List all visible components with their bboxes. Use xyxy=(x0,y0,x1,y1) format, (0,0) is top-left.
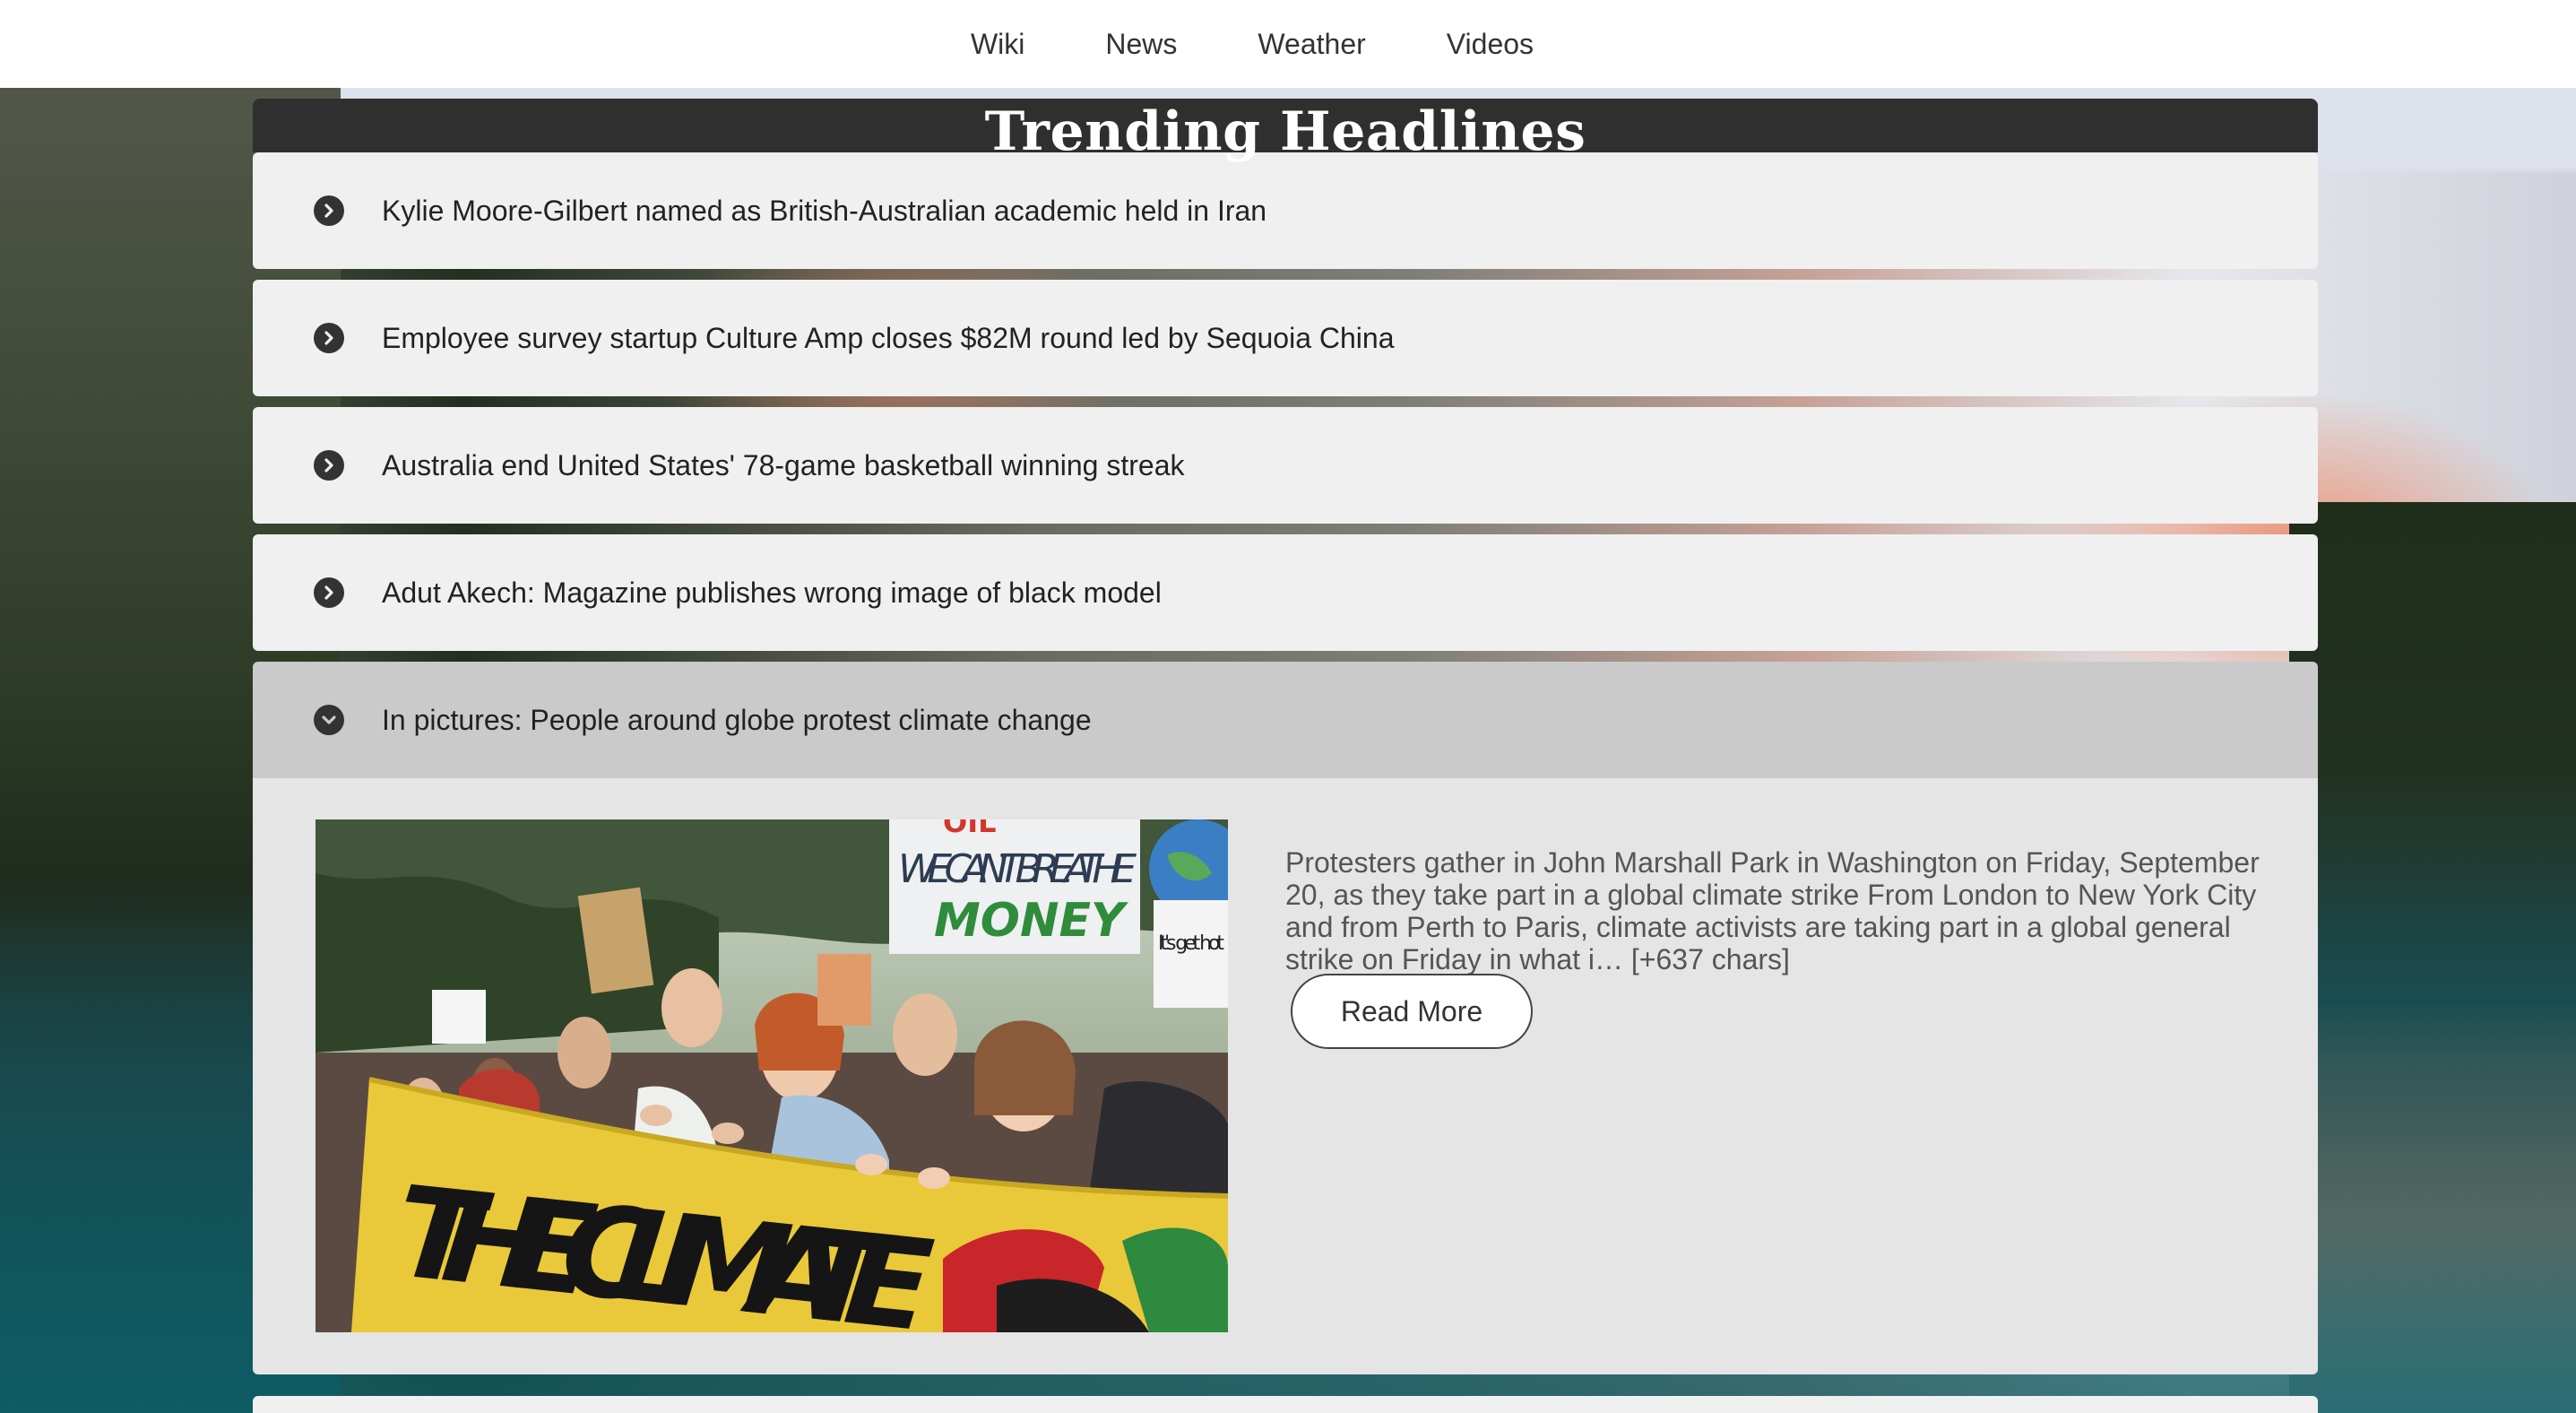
headline-text: Employee survey startup Culture Amp clos… xyxy=(382,321,1395,354)
nav-link-videos[interactable]: Videos xyxy=(1406,2,1574,86)
nav-link-weather[interactable]: Weather xyxy=(1217,2,1405,86)
nav-item-weather: Weather xyxy=(1217,2,1405,86)
headline-item-partial[interactable] xyxy=(253,1396,2318,1413)
headline-item[interactable]: Employee survey startup Culture Amp clos… xyxy=(253,280,2318,396)
sign-money-text: MONEY xyxy=(934,894,1129,948)
nav-link-wiki[interactable]: Wiki xyxy=(930,2,1065,86)
headline-item-expanded[interactable]: In pictures: People around globe protest… xyxy=(253,662,2318,778)
sign-main-text: WE CAN'T BREATHE xyxy=(898,846,1137,892)
panel-title: Trending Headlines xyxy=(984,100,1586,163)
nav-item-videos: Videos xyxy=(1406,2,1574,86)
headline-item[interactable]: Australia end United States' 78-game bas… xyxy=(253,407,2318,524)
chevron-right-circle-icon xyxy=(314,450,344,481)
chevron-right-circle-icon xyxy=(314,323,344,353)
chevron-down-circle-icon xyxy=(314,705,344,735)
chevron-right-circle-icon xyxy=(314,195,344,226)
nav-list: Wiki News Weather Videos xyxy=(930,2,1574,86)
climate-protest-image: OIL WE CAN'T BREATHE MONEY It's get hot … xyxy=(316,819,1228,1332)
headline-item[interactable]: Adut Akech: Magazine publishes wrong ima… xyxy=(253,534,2318,651)
nav-item-news: News xyxy=(1065,2,1217,86)
nav-link-news[interactable]: News xyxy=(1065,2,1217,86)
news-photo: OIL WE CAN'T BREATHE MONEY It's get hot … xyxy=(316,819,1228,1332)
headline-text: Adut Akech: Magazine publishes wrong ima… xyxy=(382,576,1162,609)
sign-side-text: It's get hot xyxy=(1158,932,1224,955)
headline-text: Kylie Moore-Gilbert named as British-Aus… xyxy=(382,194,1267,227)
chevron-right-circle-icon xyxy=(314,577,344,608)
headline-detail: OIL WE CAN'T BREATHE MONEY It's get hot … xyxy=(253,778,2318,1374)
headline-text: In pictures: People around globe protest… xyxy=(382,703,1092,736)
trending-headlines-panel: Trending Headlines Kylie Moore-Gilbert n… xyxy=(253,99,2318,1413)
nav-item-wiki: Wiki xyxy=(930,2,1065,86)
top-navigation: Wiki News Weather Videos xyxy=(0,0,2576,88)
sign-top-text: OIL xyxy=(943,819,997,839)
panel-title-bar: Trending Headlines xyxy=(253,99,2318,159)
headline-text: Australia end United States' 78-game bas… xyxy=(382,448,1185,481)
article-summary: Protesters gather in John Marshall Park … xyxy=(1285,846,2260,975)
read-more-button[interactable]: Read More xyxy=(1291,974,1533,1049)
headline-item[interactable]: Kylie Moore-Gilbert named as British-Aus… xyxy=(253,152,2318,269)
